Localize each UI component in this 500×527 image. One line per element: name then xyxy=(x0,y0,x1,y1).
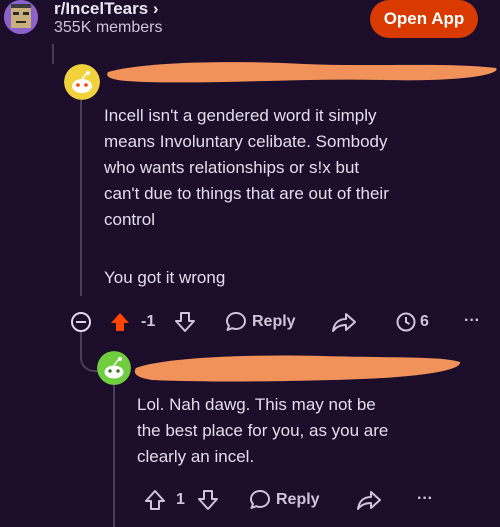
open-app-button[interactable]: Open App xyxy=(370,0,478,38)
chevron-right-icon: › xyxy=(152,0,159,18)
comment-line: who wants relationships or s!x but xyxy=(104,158,360,177)
collapse-minus-icon xyxy=(71,312,91,332)
reply-label[interactable]: Reply xyxy=(252,313,296,331)
more-dots-icon[interactable]: ··· xyxy=(464,312,480,330)
comment-line: Lol. Nah dawg. This may not be xyxy=(137,395,376,414)
comment-line: the best place for you, as you are xyxy=(137,421,389,440)
comment-line: clearly an incel. xyxy=(137,447,255,466)
comment-line: Incell isn't a gendered word it simply xyxy=(104,106,377,125)
thread-line-comment-1 xyxy=(80,100,82,296)
reply-button[interactable]: Reply xyxy=(248,488,320,512)
upvote-button[interactable] xyxy=(108,310,132,334)
reply-button[interactable]: Reply xyxy=(224,310,296,334)
comment-line: control xyxy=(104,210,156,229)
redacted-username xyxy=(132,350,464,384)
downvote-button[interactable] xyxy=(173,310,197,334)
subreddit-name[interactable]: r/IncelTears › xyxy=(54,0,159,19)
subreddit-avatar[interactable] xyxy=(4,0,38,34)
subreddit-name-label[interactable]: r/IncelTears xyxy=(54,0,148,18)
downvote-arrow-icon xyxy=(198,490,218,510)
downvote-button[interactable] xyxy=(196,488,220,512)
comment-line: means Involuntary celibate. Sombody xyxy=(104,132,388,151)
upvote-arrow-icon xyxy=(111,313,129,331)
upvote-arrow-icon xyxy=(145,490,165,510)
downvote-arrow-icon xyxy=(175,312,195,332)
subreddit-header: r/IncelTears › 355K members Open App xyxy=(0,0,500,44)
vote-count: -1 xyxy=(141,313,156,330)
more-options-button[interactable]: ··· xyxy=(417,490,433,508)
chat-bubble-icon xyxy=(250,490,270,509)
reply-label[interactable]: Reply xyxy=(276,491,320,509)
upvote-button[interactable] xyxy=(143,488,167,512)
award-button[interactable]: 6 xyxy=(394,310,429,334)
collapse-button[interactable] xyxy=(70,311,92,333)
share-arrow-icon xyxy=(357,491,381,510)
comment-line: You got it wrong xyxy=(104,268,226,287)
share-button[interactable] xyxy=(356,488,382,512)
award-clock-icon xyxy=(396,312,416,332)
thread-line-outer xyxy=(52,44,54,64)
redacted-username xyxy=(104,58,500,86)
comment-line: can't due to things that are out of thei… xyxy=(104,184,389,203)
more-dots-icon[interactable]: ··· xyxy=(417,490,433,508)
thread-line-comment-2 xyxy=(113,385,115,527)
award-count: 6 xyxy=(420,313,429,330)
member-count: 355K members xyxy=(54,19,163,36)
chat-bubble-icon xyxy=(226,312,246,331)
share-arrow-icon xyxy=(332,313,356,332)
snoo-yellow-avatar-icon[interactable] xyxy=(64,64,100,100)
vote-count: 1 xyxy=(176,491,185,508)
snoo-green-avatar-icon[interactable] xyxy=(97,351,131,385)
more-options-button[interactable]: ··· xyxy=(464,312,480,330)
share-button[interactable] xyxy=(331,310,357,334)
